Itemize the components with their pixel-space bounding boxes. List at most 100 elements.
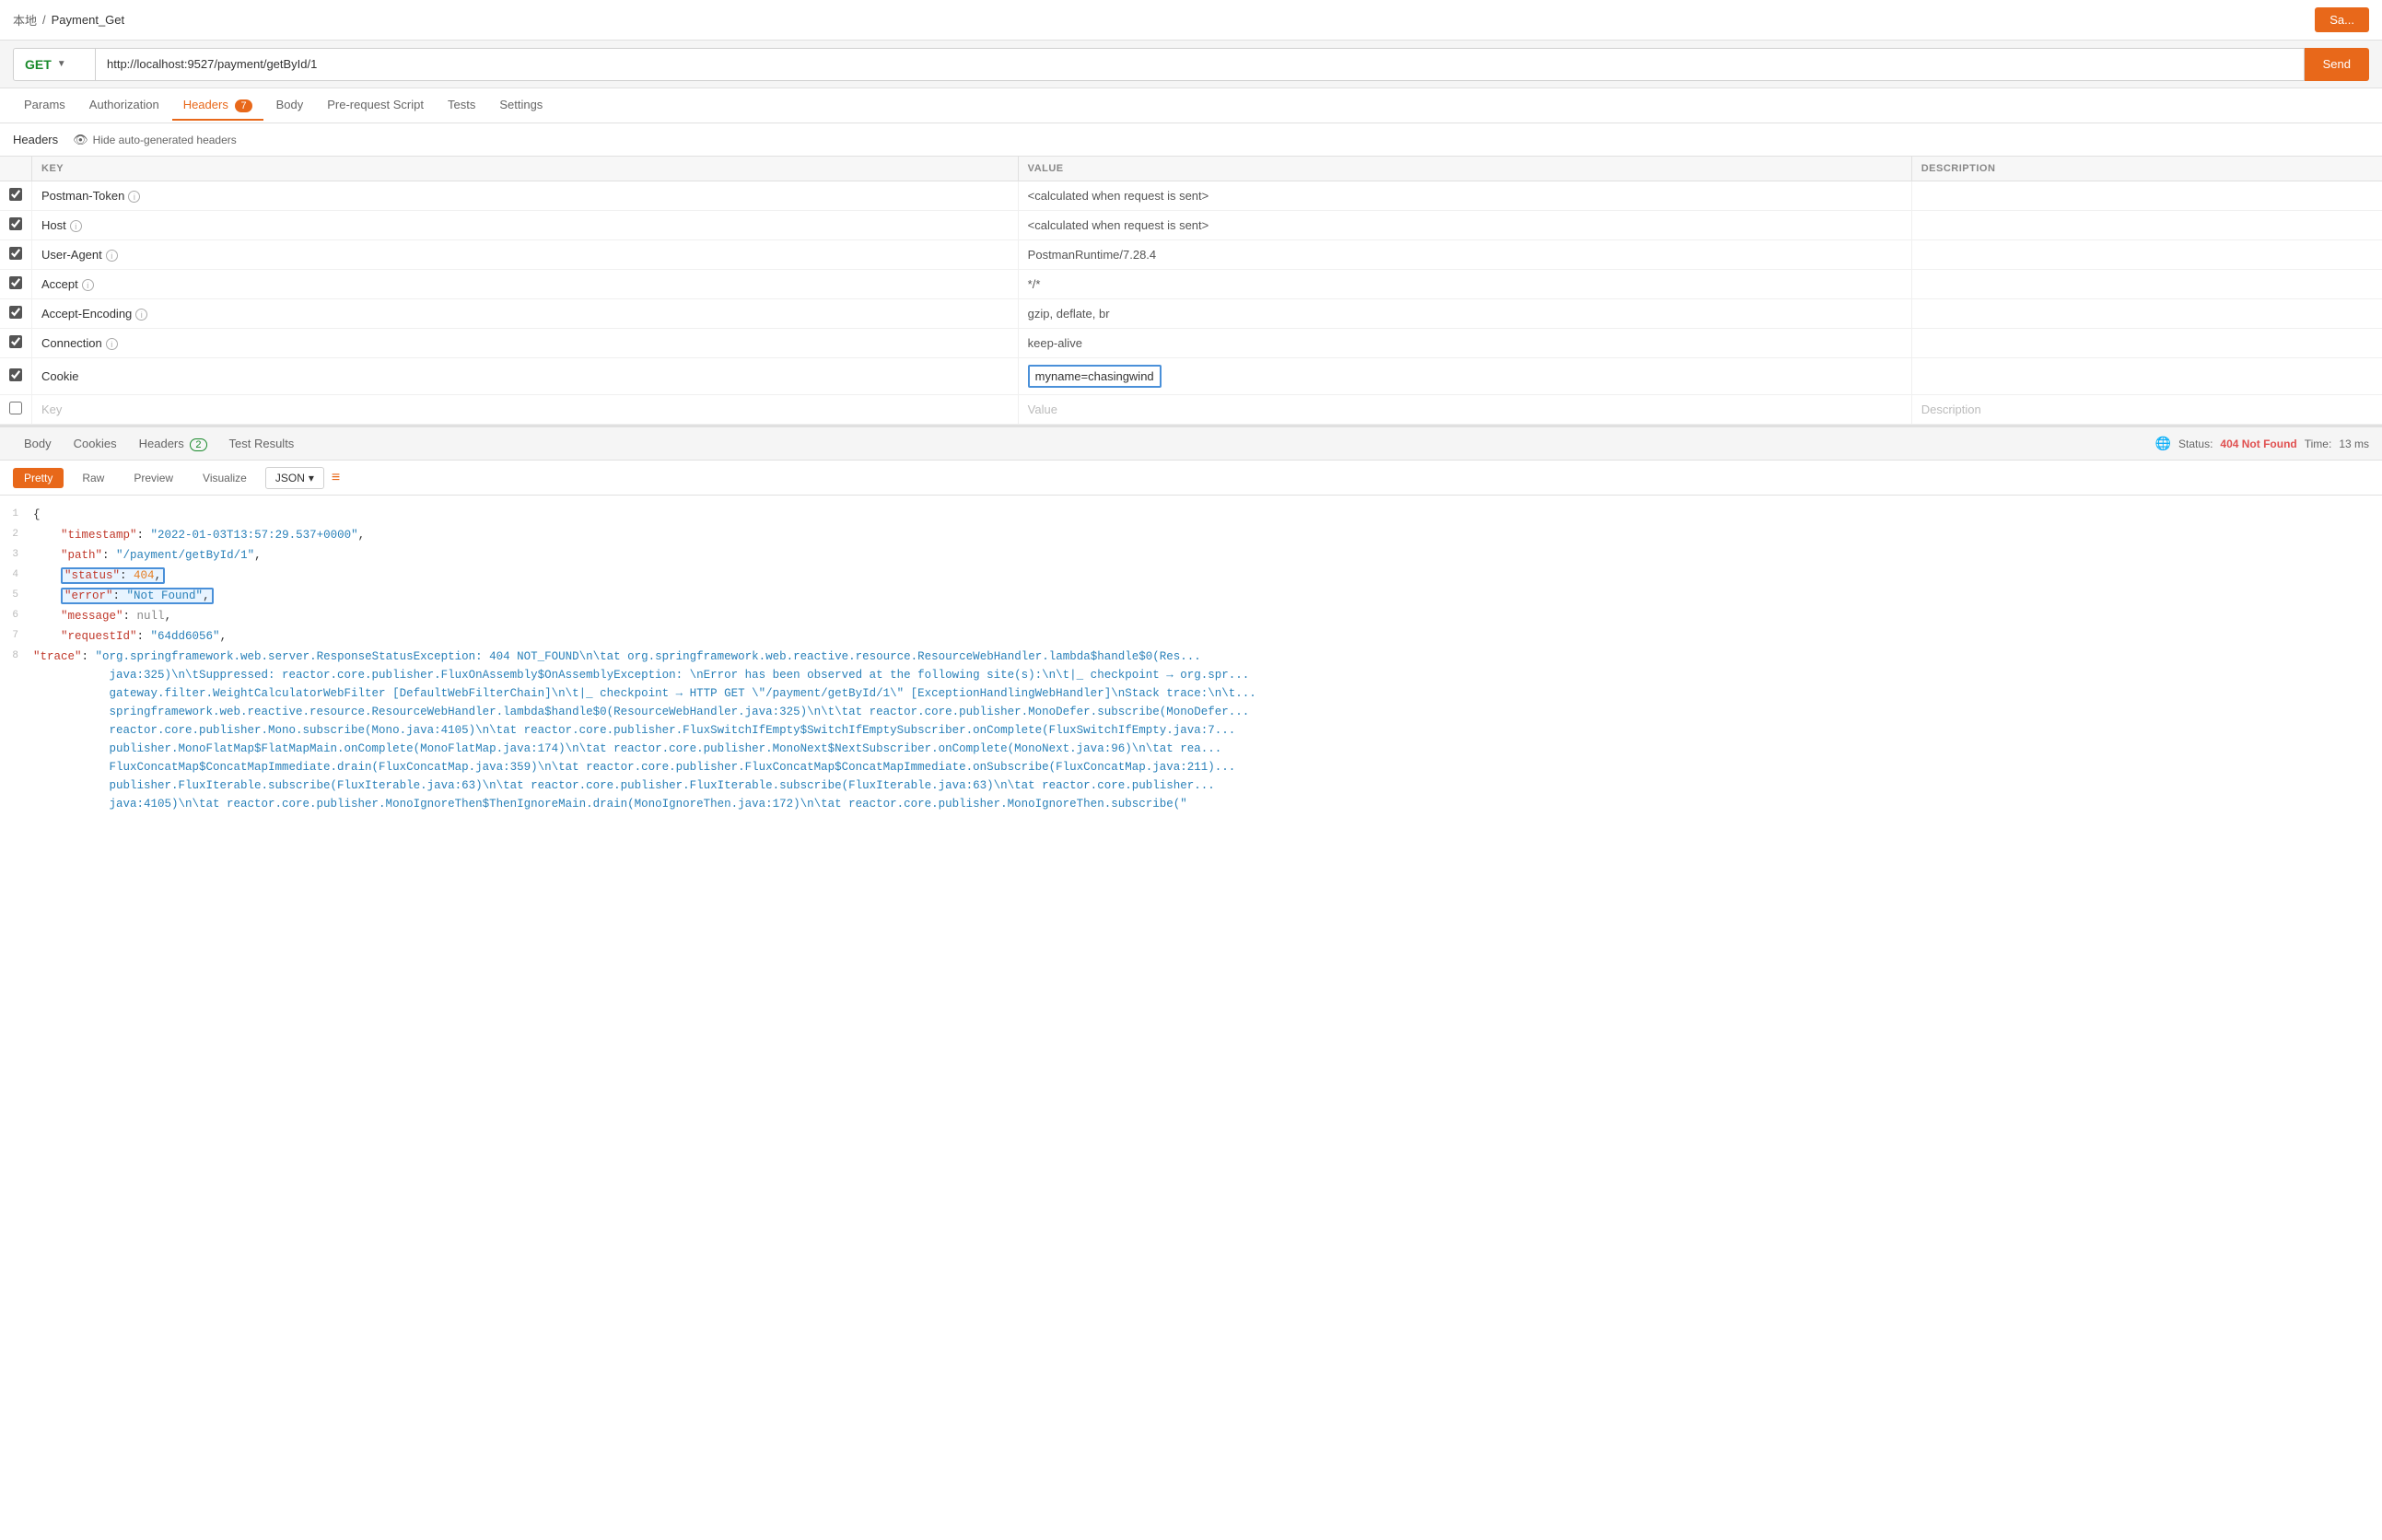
- json-line: 5 "error": "Not Found",: [0, 586, 2382, 606]
- tab-settings[interactable]: Settings: [488, 90, 554, 121]
- request-tabs: Params Authorization Headers 7 Body Pre-…: [0, 88, 2382, 123]
- header-checkbox[interactable]: [9, 247, 22, 260]
- table-row: Cookie myname=chasingwind: [0, 358, 2382, 395]
- chevron-down-icon: ▾: [309, 472, 314, 484]
- header-checkbox[interactable]: [9, 188, 22, 201]
- json-content: "requestId": "64dd6056",: [33, 627, 2369, 646]
- header-value: <calculated when request is sent>: [1028, 189, 1209, 203]
- header-key: Cookie: [41, 369, 78, 383]
- tab-tests[interactable]: Tests: [437, 90, 486, 121]
- header-key: Host: [41, 218, 66, 232]
- time-label: Time:: [2305, 438, 2332, 450]
- response-status-bar: 🌐 Status: 404 Not Found Time: 13 ms: [2155, 436, 2369, 451]
- breadcrumb-current: Payment_Get: [52, 13, 125, 27]
- table-row: User-AgentiPostmanRuntime/7.28.4: [0, 240, 2382, 270]
- header-checkbox[interactable]: [9, 306, 22, 319]
- header-value: */*: [1028, 277, 1041, 291]
- tab-pre-request-script[interactable]: Pre-request Script: [316, 90, 435, 121]
- main-container: 本地 / Payment_Get Sa... GET ▼ Send Params…: [0, 0, 2382, 1540]
- view-visualize-button[interactable]: Visualize: [192, 468, 258, 488]
- send-button[interactable]: Send: [2305, 48, 2369, 81]
- new-key-placeholder[interactable]: Key: [41, 402, 62, 416]
- table-row: Postman-Token i <calculated when request i…: [0, 181, 2382, 211]
- hide-auto-headers-button[interactable]: 👁 Hide auto-generated headers: [73, 133, 237, 147]
- table-row: Accepti*/*: [0, 270, 2382, 299]
- header-description: [1911, 270, 2382, 299]
- json-trace-line: 8"trace": "org.springframework.web.serve…: [0, 647, 2382, 814]
- format-select[interactable]: JSON ▾: [265, 467, 324, 489]
- res-headers-badge: 2: [190, 438, 206, 451]
- header-checkbox[interactable]: [9, 335, 22, 348]
- info-icon[interactable]: i: [70, 220, 82, 232]
- line-number: 7: [0, 627, 33, 646]
- table-row: Hosti <calculated when request is sent>: [0, 211, 2382, 240]
- tab-body[interactable]: Body: [265, 90, 315, 121]
- res-tab-body[interactable]: Body: [13, 431, 63, 456]
- headers-badge: 7: [235, 99, 251, 112]
- json-content: "message": null,: [33, 607, 2369, 625]
- res-tab-test-results[interactable]: Test Results: [218, 431, 306, 456]
- filter-icon[interactable]: ≡: [332, 470, 340, 486]
- breadcrumb: 本地 / Payment_Get: [13, 11, 124, 29]
- format-label: JSON: [275, 472, 305, 484]
- header-description: [1911, 240, 2382, 270]
- col-value: VALUE: [1018, 157, 1911, 181]
- new-value-placeholder[interactable]: Value: [1028, 402, 1057, 416]
- json-content: "error": "Not Found",: [33, 587, 2369, 605]
- info-icon[interactable]: i: [82, 279, 94, 291]
- headers-subbar: Headers 👁 Hide auto-generated headers: [0, 123, 2382, 157]
- tab-params[interactable]: Params: [13, 90, 76, 121]
- json-line: 6 "message": null,: [0, 606, 2382, 626]
- header-checkbox[interactable]: [9, 217, 22, 230]
- header-description: [1911, 299, 2382, 329]
- json-content: {: [33, 506, 2369, 524]
- header-value: keep-alive: [1028, 336, 1082, 350]
- header-checkbox[interactable]: [9, 368, 22, 381]
- line-number: 4: [0, 566, 33, 585]
- line-number: 5: [0, 587, 33, 605]
- col-check: [0, 157, 32, 181]
- line-number: 1: [0, 506, 33, 524]
- res-tab-cookies[interactable]: Cookies: [63, 431, 128, 456]
- line-number: 2: [0, 526, 33, 544]
- status-label: Status:: [2178, 438, 2213, 450]
- view-preview-button[interactable]: Preview: [123, 468, 184, 488]
- line-number: 3: [0, 546, 33, 565]
- res-tab-headers[interactable]: Headers 2: [128, 431, 218, 456]
- save-button[interactable]: Sa...: [2315, 7, 2369, 32]
- json-line: 1{: [0, 505, 2382, 525]
- table-row: Accept-Encodingigzip, deflate, br: [0, 299, 2382, 329]
- method-label: GET: [25, 57, 52, 72]
- header-key: Postman-Token: [41, 189, 124, 203]
- info-icon[interactable]: i: [106, 250, 118, 262]
- header-description: [1911, 181, 2382, 211]
- new-header-checkbox[interactable]: [9, 402, 22, 414]
- header-description: [1911, 329, 2382, 358]
- info-icon[interactable]: i: [128, 191, 140, 203]
- table-row: Connectionikeep-alive: [0, 329, 2382, 358]
- cookie-value[interactable]: myname=chasingwind: [1028, 365, 1162, 388]
- header-value: gzip, deflate, br: [1028, 307, 1110, 321]
- view-pretty-button[interactable]: Pretty: [13, 468, 64, 488]
- header-value: <calculated when request is sent>: [1028, 218, 1209, 232]
- breadcrumb-home: 本地: [13, 11, 37, 29]
- json-content: "timestamp": "2022-01-03T13:57:29.537+00…: [33, 526, 2369, 544]
- method-select[interactable]: GET ▼: [13, 48, 96, 81]
- header-value: PostmanRuntime/7.28.4: [1028, 248, 1156, 262]
- tab-headers[interactable]: Headers 7: [172, 90, 263, 121]
- headers-sub-tab[interactable]: Headers: [13, 133, 58, 146]
- header-checkbox[interactable]: [9, 276, 22, 289]
- globe-icon: 🌐: [2155, 436, 2171, 451]
- json-trace-content: "trace": "org.springframework.web.server…: [33, 648, 2369, 813]
- info-icon[interactable]: i: [135, 309, 147, 321]
- view-raw-button[interactable]: Raw: [71, 468, 115, 488]
- info-icon[interactable]: i: [106, 338, 118, 350]
- url-input[interactable]: [96, 48, 2305, 81]
- status-code: 404 Not Found: [2220, 438, 2296, 450]
- chevron-down-icon: ▼: [57, 59, 66, 69]
- breadcrumb-sep: /: [42, 13, 46, 27]
- json-content: "status": 404,: [33, 566, 2369, 585]
- json-content: "path": "/payment/getById/1",: [33, 546, 2369, 565]
- tab-authorization[interactable]: Authorization: [78, 90, 170, 121]
- col-description: DESCRIPTION: [1911, 157, 2382, 181]
